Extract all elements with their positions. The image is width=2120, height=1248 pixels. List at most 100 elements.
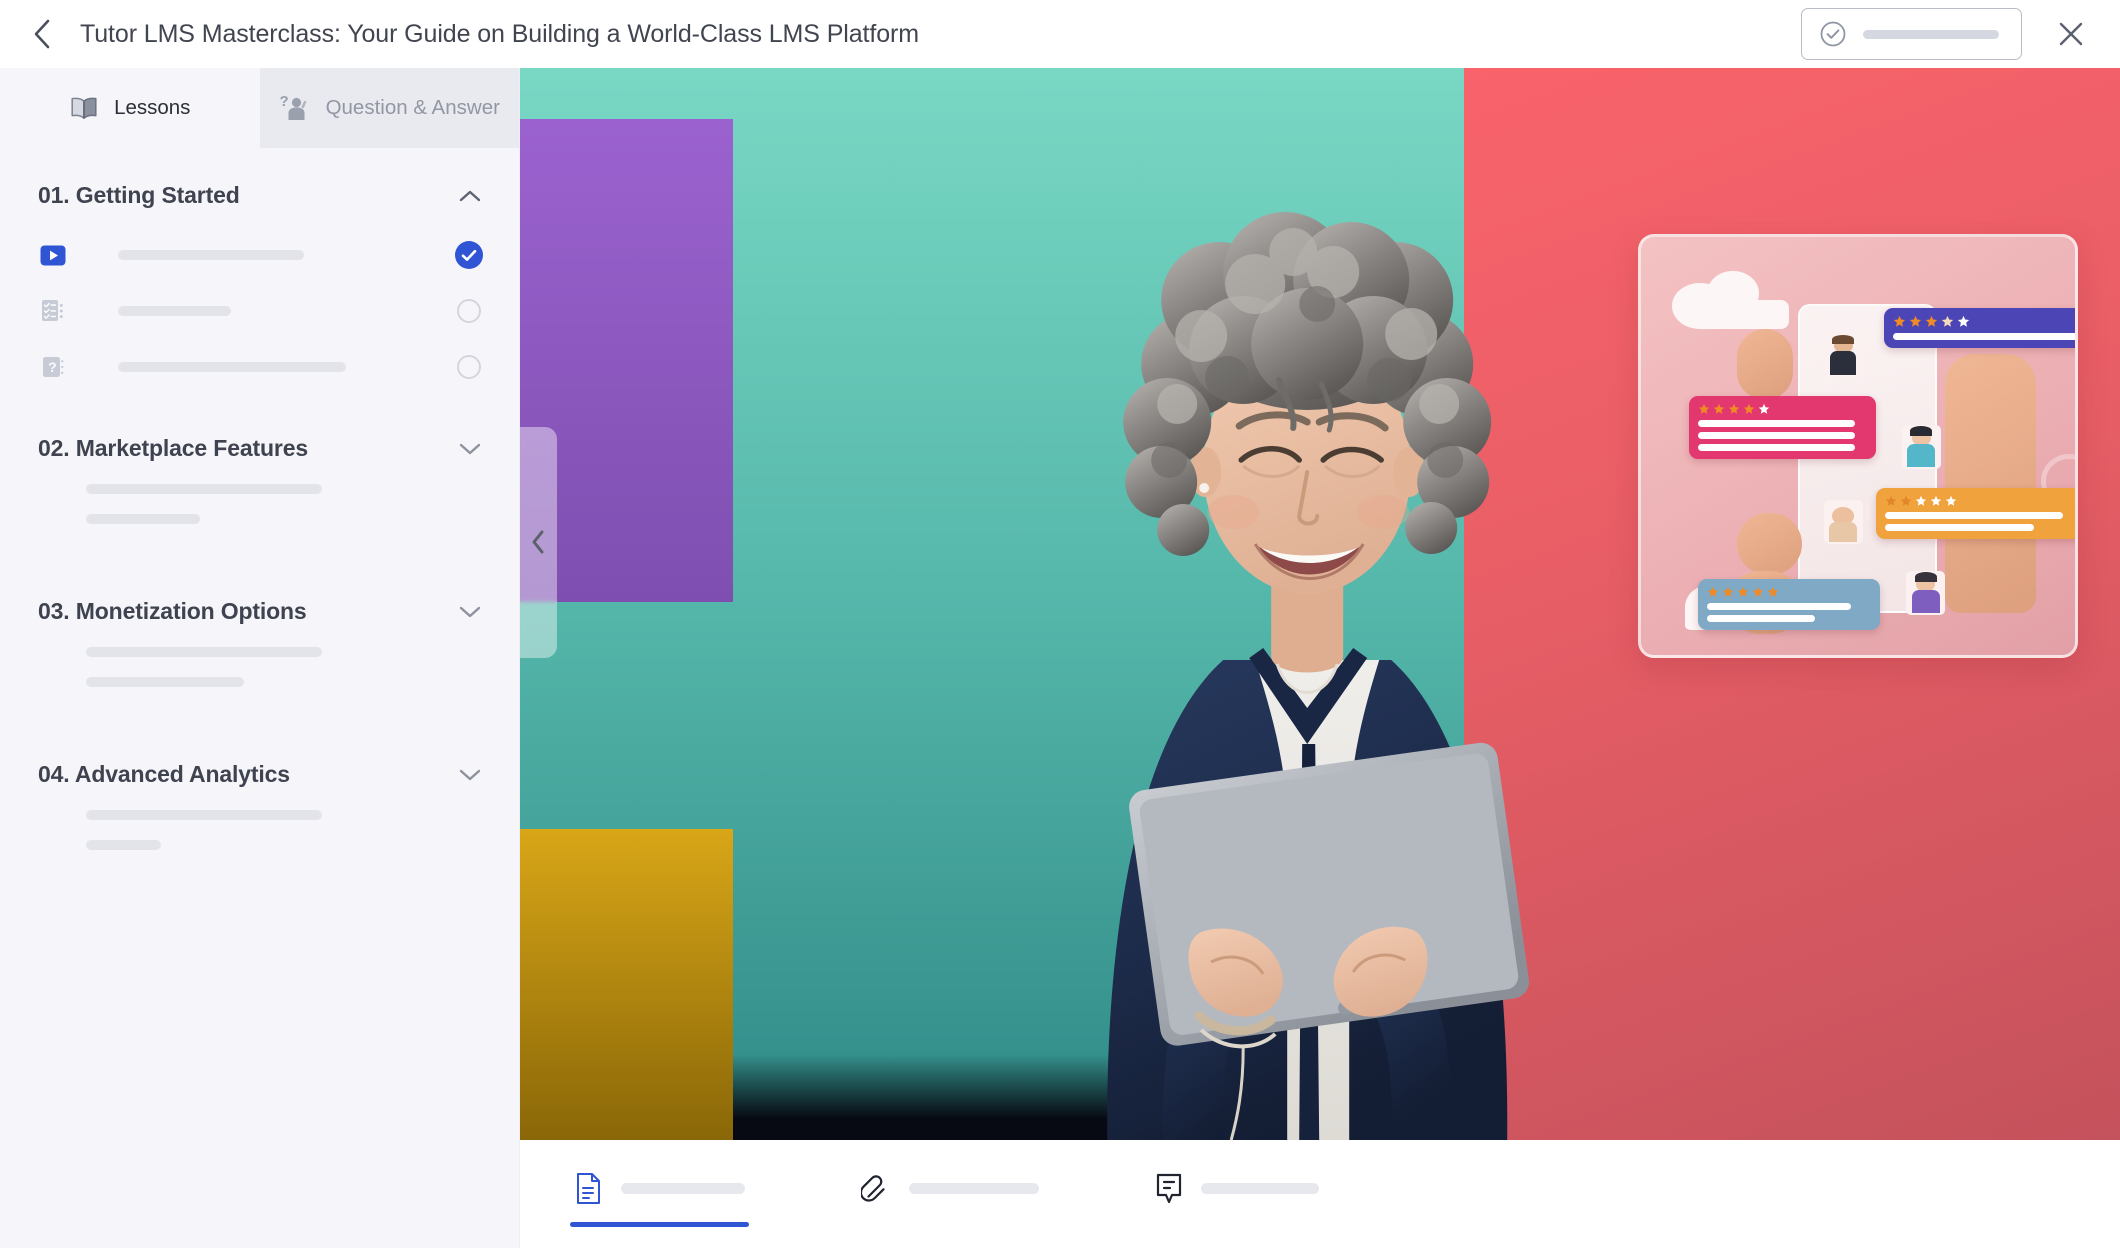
presenter-figure xyxy=(1107,212,1530,1140)
section-01-header[interactable]: 01. Getting Started xyxy=(0,164,519,227)
check-circle-icon xyxy=(1820,21,1846,47)
back-button[interactable] xyxy=(22,14,62,54)
star-icon xyxy=(1885,495,1896,506)
skeleton-bar xyxy=(86,514,200,524)
skeleton-bar xyxy=(86,484,322,494)
bottom-tab-overview-label-skeleton xyxy=(621,1183,745,1194)
star-icon xyxy=(1910,315,1922,327)
star-icon xyxy=(1713,403,1725,414)
skeleton-bar xyxy=(86,647,322,657)
review-illustration-card xyxy=(1638,234,2079,658)
scene-gold-block xyxy=(520,829,733,1140)
sidebar-tabs: Lessons ? Question & Answer xyxy=(0,68,519,148)
player-body: Lessons ? Question & Answer 01. Getting … xyxy=(0,68,2120,1248)
top-bar-actions xyxy=(1801,8,2094,60)
avatar xyxy=(1823,500,1863,544)
star-icon xyxy=(1758,403,1770,414)
finger-top-left xyxy=(1736,328,1794,400)
star-icon xyxy=(1743,403,1755,414)
finger-bottom-left xyxy=(1736,512,1802,576)
chevron-down-icon[interactable] xyxy=(457,599,483,625)
section-03-title: 03. Monetization Options xyxy=(38,598,307,624)
lesson-item-3[interactable]: ? xyxy=(0,339,519,395)
quiz-checklist-icon xyxy=(38,296,68,326)
section-04-header[interactable]: 04. Advanced Analytics xyxy=(0,743,519,806)
star-icon xyxy=(1698,403,1710,414)
video-player[interactable] xyxy=(520,68,2120,1140)
mark-complete-button[interactable] xyxy=(1801,8,2022,60)
lesson-item-1-title-skeleton xyxy=(118,250,304,260)
tab-question-answer[interactable]: ? Question & Answer xyxy=(259,68,519,148)
tab-lessons-label: Lessons xyxy=(114,96,191,119)
star-icon xyxy=(1926,315,1938,327)
avatar xyxy=(1823,333,1863,377)
course-sidebar: Lessons ? Question & Answer 01. Getting … xyxy=(0,68,520,1248)
section-01: 01. Getting Started ? xyxy=(0,164,519,395)
cloud-shape xyxy=(1693,299,1789,329)
lesson-item-1-status-completed[interactable] xyxy=(455,241,483,269)
star-rating xyxy=(1885,495,2076,507)
chevron-up-icon[interactable] xyxy=(457,183,483,209)
lesson-item-3-status-incomplete[interactable] xyxy=(455,353,483,381)
review-bubble-indigo xyxy=(1884,308,2076,349)
bottom-tab-attachments-label-skeleton xyxy=(909,1183,1039,1194)
star-rating xyxy=(1698,403,1867,415)
avatar xyxy=(1901,425,1941,469)
bottom-tab-overview[interactable] xyxy=(550,1162,775,1227)
palm xyxy=(1945,354,2037,613)
chevron-down-icon[interactable] xyxy=(457,762,483,788)
lesson-sections-list: 01. Getting Started ? 02. Marketplace Fe… xyxy=(0,148,519,1248)
section-01-title: 01. Getting Started xyxy=(38,182,240,208)
close-button[interactable] xyxy=(2048,11,2094,57)
svg-text:?: ? xyxy=(279,93,288,110)
section-04-skeletons xyxy=(0,806,519,892)
star-icon xyxy=(1894,315,1906,327)
review-bubble-blue xyxy=(1697,579,1881,631)
chevron-left-icon xyxy=(532,530,544,554)
star-icon xyxy=(1930,495,1941,506)
star-icon xyxy=(1915,495,1926,506)
skeleton-bar xyxy=(86,840,161,850)
star-icon xyxy=(1958,315,1970,327)
star-icon xyxy=(1900,495,1911,506)
review-bubble-pink xyxy=(1689,395,1876,459)
star-icon xyxy=(1737,587,1749,598)
book-icon xyxy=(71,97,97,119)
question-person-icon: ? xyxy=(279,93,307,120)
section-03-header[interactable]: 03. Monetization Options xyxy=(0,580,519,643)
section-02: 02. Marketplace Features xyxy=(0,417,519,566)
assignment-question-icon: ? xyxy=(38,352,68,382)
section-02-header[interactable]: 02. Marketplace Features xyxy=(0,417,519,480)
page-title: Tutor LMS Masterclass: Your Guide on Bui… xyxy=(80,19,919,48)
section-02-title: 02. Marketplace Features xyxy=(38,435,308,461)
lesson-item-2[interactable] xyxy=(0,283,519,339)
lesson-item-1[interactable] xyxy=(0,227,519,283)
chevron-down-icon[interactable] xyxy=(457,436,483,462)
sidebar-collapse-handle[interactable] xyxy=(520,427,557,658)
star-icon xyxy=(1752,587,1764,598)
review-bubble-orange xyxy=(1875,487,2076,539)
section-04-title: 04. Advanced Analytics xyxy=(38,761,290,787)
star-icon xyxy=(1728,403,1740,414)
bottom-tab-comments-label-skeleton xyxy=(1201,1183,1319,1194)
section-03-skeletons xyxy=(0,643,519,729)
content-tab-bar xyxy=(520,1140,2120,1248)
star-icon xyxy=(1945,495,1956,506)
bottom-tab-attachments[interactable] xyxy=(837,1162,1069,1227)
video-play-icon xyxy=(38,240,68,270)
avatar xyxy=(1906,571,1946,615)
tab-lessons[interactable]: Lessons xyxy=(0,68,260,148)
section-02-skeletons xyxy=(0,480,519,566)
lesson-item-3-title-skeleton xyxy=(118,362,346,372)
check-icon xyxy=(461,249,477,261)
section-04: 04. Advanced Analytics xyxy=(0,743,519,892)
video-scene xyxy=(520,68,2120,1140)
mark-complete-label-skeleton xyxy=(1863,29,1999,39)
lesson-item-2-title-skeleton xyxy=(118,306,231,316)
lesson-item-2-status-incomplete[interactable] xyxy=(455,297,483,325)
bottom-tab-comments[interactable] xyxy=(1131,1162,1349,1227)
paperclip-icon xyxy=(861,1175,885,1202)
chevron-left-icon xyxy=(34,19,50,49)
skeleton-bar xyxy=(86,810,322,820)
close-icon xyxy=(2059,22,2083,46)
